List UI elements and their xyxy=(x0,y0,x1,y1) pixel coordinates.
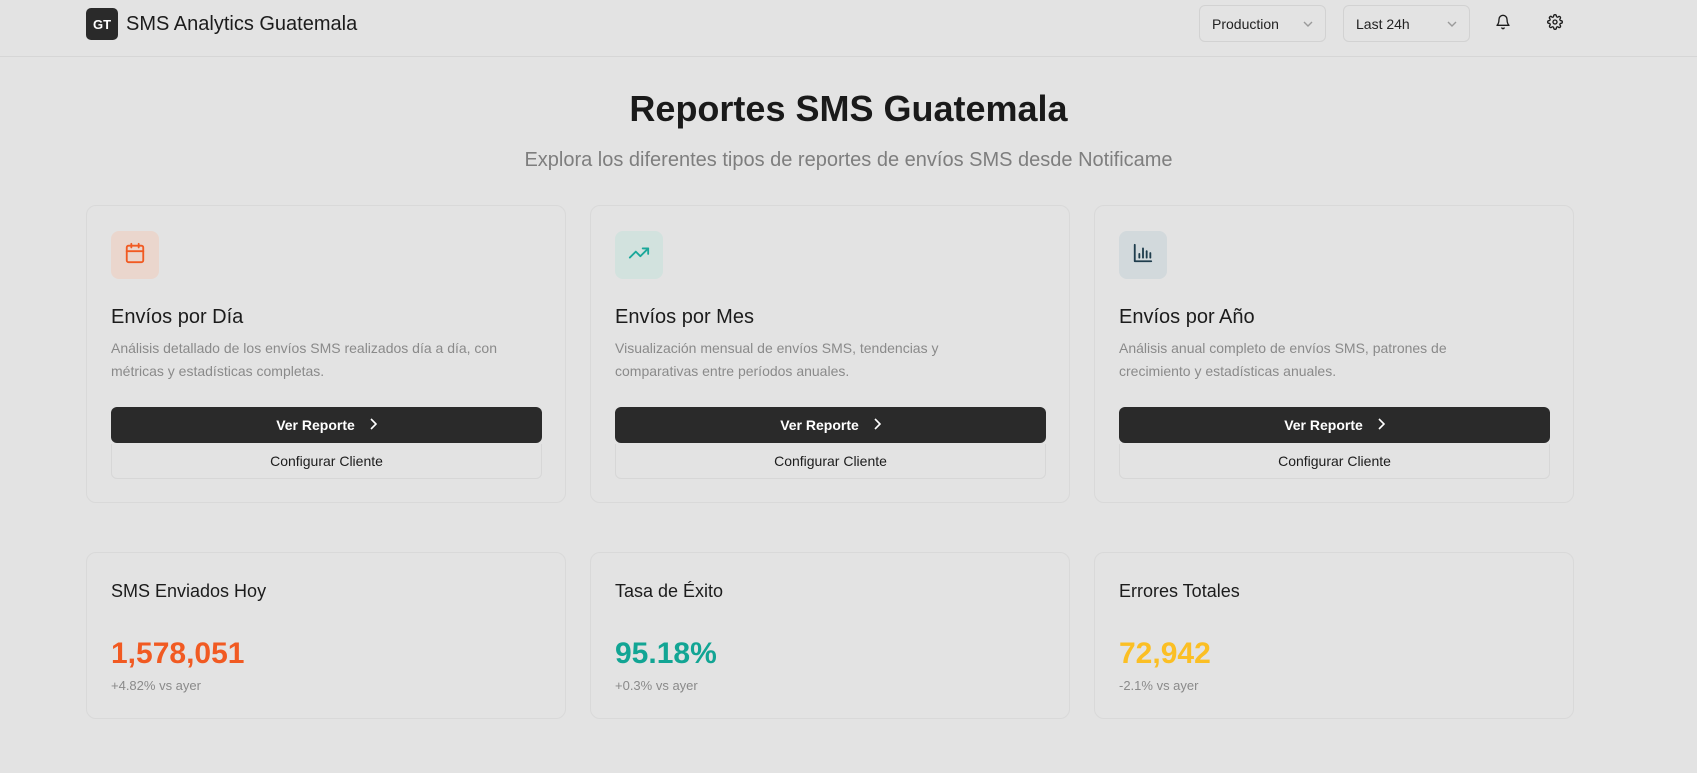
report-description: Análisis anual completo de envíos SMS, p… xyxy=(1119,340,1447,379)
report-title: Envíos por Día xyxy=(111,306,244,328)
stat-value: 72,942 xyxy=(1119,637,1211,670)
stat-delta: -2.1% vs ayer xyxy=(1119,678,1199,693)
chevron-right-icon xyxy=(369,417,377,433)
view-report-label: Ver Reporte xyxy=(276,417,355,433)
configure-client-button[interactable]: Configurar Cliente xyxy=(1119,444,1550,479)
notifications-button[interactable] xyxy=(1487,8,1519,40)
stat-title: Errores Totales xyxy=(1119,581,1240,601)
chevron-right-icon xyxy=(1377,417,1385,433)
environment-select-value: Production xyxy=(1212,15,1279,32)
report-description: Visualización mensual de envíos SMS, ten… xyxy=(615,340,939,379)
gear-icon xyxy=(1547,13,1563,35)
report-title: Envíos por Mes xyxy=(615,306,754,328)
view-report-button[interactable]: Ver Reporte xyxy=(111,407,542,443)
stat-title: Tasa de Éxito xyxy=(615,581,724,601)
stat-delta: +0.3% vs ayer xyxy=(615,678,698,693)
stat-delta: +4.82% vs ayer xyxy=(111,678,201,693)
stat-value: 95.18% xyxy=(615,637,717,670)
configure-client-button[interactable]: Configurar Cliente xyxy=(615,444,1046,479)
bell-icon xyxy=(1495,14,1511,35)
stat-card-success-rate: Tasa de Éxito 95.18% +0.3% vs ayer xyxy=(590,552,1070,719)
page-subtitle: Explora los diferentes tipos de reportes… xyxy=(524,149,1173,171)
report-title: Envíos por Año xyxy=(1119,306,1255,328)
view-report-label: Ver Reporte xyxy=(780,417,859,433)
configure-client-button[interactable]: Configurar Cliente xyxy=(111,444,542,479)
top-bar: GT SMS Analytics Guatemala Production La… xyxy=(0,0,1697,57)
report-icon-box xyxy=(111,231,159,279)
logo: GT xyxy=(86,8,118,40)
view-report-label: Ver Reporte xyxy=(1284,417,1363,433)
chevron-right-icon xyxy=(873,417,881,433)
calendar-icon xyxy=(124,242,146,269)
stat-title: SMS Enviados Hoy xyxy=(111,581,267,601)
trending-up-icon xyxy=(628,242,650,269)
bar-chart-icon xyxy=(1132,242,1154,269)
report-card-daily: Envíos por Día Análisis detallado de los… xyxy=(86,205,566,503)
report-description: Análisis detallado de los envíos SMS rea… xyxy=(111,340,498,379)
report-card-monthly: Envíos por Mes Visualización mensual de … xyxy=(590,205,1070,503)
stat-card-sms-sent: SMS Enviados Hoy 1,578,051 +4.82% vs aye… xyxy=(86,552,566,719)
view-report-button[interactable]: Ver Reporte xyxy=(615,407,1046,443)
stat-value: 1,578,051 xyxy=(111,637,245,670)
brand[interactable]: GT SMS Analytics Guatemala xyxy=(86,8,357,40)
stat-card-total-errors: Errores Totales 72,942 -2.1% vs ayer xyxy=(1094,552,1574,719)
page-title: Reportes SMS Guatemala xyxy=(629,88,1068,129)
app-name: SMS Analytics Guatemala xyxy=(126,12,358,35)
chevron-down-icon xyxy=(1303,18,1313,30)
chevron-down-icon xyxy=(1447,18,1457,30)
report-icon-box xyxy=(615,231,663,279)
time-range-select-value: Last 24h xyxy=(1356,15,1410,32)
report-icon-box xyxy=(1119,231,1167,279)
settings-button[interactable] xyxy=(1539,8,1571,40)
environment-select[interactable]: Production xyxy=(1199,5,1326,42)
report-card-yearly: Envíos por Año Análisis anual completo d… xyxy=(1094,205,1574,503)
time-range-select[interactable]: Last 24h xyxy=(1343,5,1470,42)
view-report-button[interactable]: Ver Reporte xyxy=(1119,407,1550,443)
